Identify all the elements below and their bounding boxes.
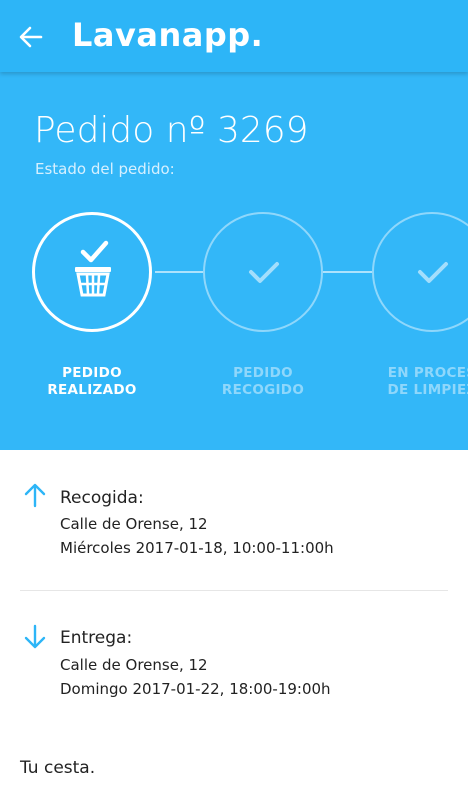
arrow-up-icon bbox=[20, 482, 50, 512]
app-logo: Lavanapp. bbox=[72, 16, 264, 54]
order-status-label: Estado del pedido: bbox=[35, 160, 175, 178]
check-icon bbox=[418, 262, 448, 283]
back-arrow-icon[interactable] bbox=[16, 22, 46, 52]
divider bbox=[20, 590, 448, 591]
delivery-datetime: Domingo 2017-01-22, 18:00-19:00h bbox=[60, 680, 331, 698]
step-order-placed bbox=[32, 212, 152, 332]
order-title: Pedido nº 3269 bbox=[34, 110, 309, 151]
check-icon bbox=[249, 262, 279, 283]
step-label-order-placed: PEDIDO REALIZADO bbox=[47, 365, 137, 398]
order-status-panel: Pedido nº 3269 Estado del pedido: PEDIDO… bbox=[0, 72, 468, 450]
pickup-address: Calle de Orense, 12 bbox=[60, 515, 208, 533]
step-order-collected bbox=[203, 212, 323, 332]
pickup-title: Recogida: bbox=[60, 488, 144, 508]
pickup-datetime: Miércoles 2017-01-18, 10:00-11:00h bbox=[60, 539, 334, 557]
step-connector bbox=[155, 271, 203, 273]
app-bar: Lavanapp. bbox=[0, 0, 468, 72]
step-connector bbox=[323, 271, 372, 273]
arrow-down-icon bbox=[20, 622, 50, 652]
step-cleaning bbox=[372, 212, 468, 332]
basket-heading: Tu cesta. bbox=[20, 758, 96, 778]
delivery-title: Entrega: bbox=[60, 628, 133, 648]
delivery-address: Calle de Orense, 12 bbox=[60, 656, 208, 674]
basket-icon bbox=[75, 240, 111, 297]
step-label-order-collected: PEDIDO RECOGIDO bbox=[221, 365, 305, 398]
step-label-cleaning: EN PROCES DE LIMPIEZ bbox=[387, 365, 468, 398]
